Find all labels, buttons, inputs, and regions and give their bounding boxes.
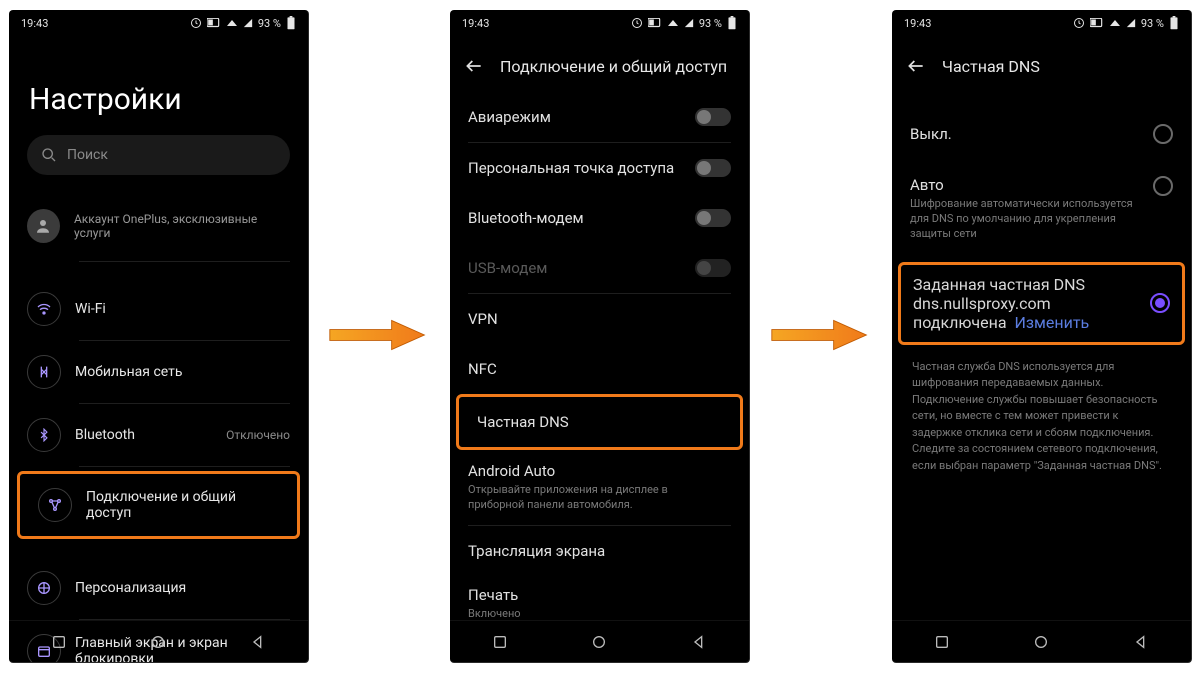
share-icon [38,488,72,522]
header-title: Частная DNS [942,57,1040,76]
hotspot-switch[interactable] [695,159,731,177]
edit-link[interactable]: Изменить [1014,313,1089,332]
row-label: Частная DNS [477,413,569,431]
nav-home-icon[interactable] [591,634,607,650]
nav-bar [9,620,308,662]
row-label: Авто [910,176,1140,194]
mobile-icon [27,355,61,389]
row-label: Wi-Fi [75,301,106,317]
row-usb-modem: USB-модем [450,243,749,293]
row-dns-off[interactable]: Выкл. [892,108,1191,160]
row-label: NFC [468,360,497,378]
row-label: Bluetooth-модем [468,209,584,227]
row-label: Заданная частная DNS [913,275,1085,294]
guide-arrow-1 [328,315,428,355]
page-title: Настройки [9,36,308,135]
row-label: Авиарежим [468,108,551,126]
row-airplane[interactable]: Авиарежим [450,92,749,142]
status-battery: 93 % [258,17,281,30]
status-time: 19:43 [462,17,489,30]
nav-bar [450,620,749,662]
account-row[interactable]: Аккаунт OnePlus, эксклюзивные услуги [9,197,308,261]
header-bar: Частная DNS [892,36,1191,92]
wifi-icon [27,292,61,326]
row-subtitle: Открывайте приложения на дисплее в прибо… [468,483,698,513]
phone-private-dns: 19:43 93 % Частная DNS Выкл. Авто Шифров… [892,10,1192,663]
row-nfc[interactable]: NFC [450,344,749,394]
guide-arrow-2 [770,315,870,355]
dns-footer-text: Частная служба DNS используется для шифр… [892,349,1191,475]
nav-bar [892,620,1191,662]
search-input[interactable]: Поиск [27,135,290,175]
status-icons: 93 % [1073,16,1179,30]
row-wifi[interactable]: Wi-Fi [9,278,308,340]
phone-connection-sharing: 19:43 93 % Подключение и общий доступ Ав… [450,10,750,663]
row-label: Подключение и общий доступ [86,489,279,521]
row-subtitle: Шифрование автоматически используется дл… [910,197,1140,242]
bt-modem-switch[interactable] [695,209,731,227]
row-dns-auto[interactable]: Авто Шифрование автоматически использует… [892,160,1191,258]
row-label: Трансляция экрана [468,542,605,560]
account-label: Аккаунт OnePlus, эксклюзивные услуги [74,212,290,240]
nav-back-icon[interactable] [250,634,266,650]
row-android-auto[interactable]: Android Auto Открывайте приложения на ди… [450,450,749,525]
row-bluetooth[interactable]: Bluetooth Отключено [9,404,308,466]
divider [79,466,290,467]
row-print[interactable]: Печать Включено [450,576,749,626]
radio-off[interactable] [1153,124,1173,144]
row-cast[interactable]: Трансляция экрана [450,526,749,576]
search-icon [41,147,57,163]
nav-recent-icon[interactable] [51,634,67,650]
row-label: VPN [468,310,498,328]
status-battery: 93 % [1141,17,1164,30]
status-bar: 19:43 93 % [450,10,749,36]
header-title: Подключение и общий доступ [500,57,727,76]
bluetooth-icon [27,418,61,452]
row-mobile[interactable]: Мобильная сеть [9,341,308,403]
row-vpn[interactable]: VPN [450,294,749,344]
row-label: Персональная точка доступа [468,159,674,177]
radio-custom[interactable] [1150,293,1170,313]
row-label: Выкл. [910,125,952,143]
airplane-switch[interactable] [695,108,731,126]
row-connection-sharing[interactable]: Подключение и общий доступ [17,471,300,539]
row-label: Печать [468,586,521,604]
row-subtitle: dns.nullsproxy.com подключена Изменить [913,294,1089,332]
status-bar: 19:43 93 % [9,10,308,36]
row-hotspot[interactable]: Персональная точка доступа [450,143,749,193]
row-label: Bluetooth [75,427,135,443]
nav-back-icon[interactable] [691,634,707,650]
back-icon[interactable] [464,56,484,76]
row-personalization[interactable]: Персонализация [9,557,308,619]
search-placeholder: Поиск [67,147,108,163]
row-label: USB-модем [468,259,547,277]
back-icon[interactable] [906,56,926,76]
nav-home-icon[interactable] [1033,634,1049,650]
phone-settings-root: 19:43 93 % Настройки Поиск Аккаунт OnePl… [9,10,309,663]
bluetooth-status: Отключено [226,428,290,442]
status-battery: 93 % [699,17,722,30]
row-label: Персонализация [75,580,186,596]
usb-modem-switch [695,259,731,277]
status-time: 19:43 [21,17,48,30]
avatar-icon [27,209,60,243]
status-icons: 93 % [631,16,737,30]
row-private-dns[interactable]: Частная DNS [456,394,743,450]
nav-back-icon[interactable] [1133,634,1149,650]
radio-auto[interactable] [1153,176,1173,196]
status-bar: 19:43 93 % [892,10,1191,36]
status-icons: 93 % [190,16,296,30]
nav-recent-icon[interactable] [492,634,508,650]
personalization-icon [27,571,61,605]
status-time: 19:43 [904,17,931,30]
nav-recent-icon[interactable] [934,634,950,650]
row-label: Android Auto [468,462,698,480]
row-bt-modem[interactable]: Bluetooth-модем [450,193,749,243]
nav-home-icon[interactable] [150,634,166,650]
header-bar: Подключение и общий доступ [450,36,749,92]
row-label: Мобильная сеть [75,364,182,380]
row-dns-custom[interactable]: Заданная частная DNS dns.nullsproxy.com … [898,262,1185,345]
